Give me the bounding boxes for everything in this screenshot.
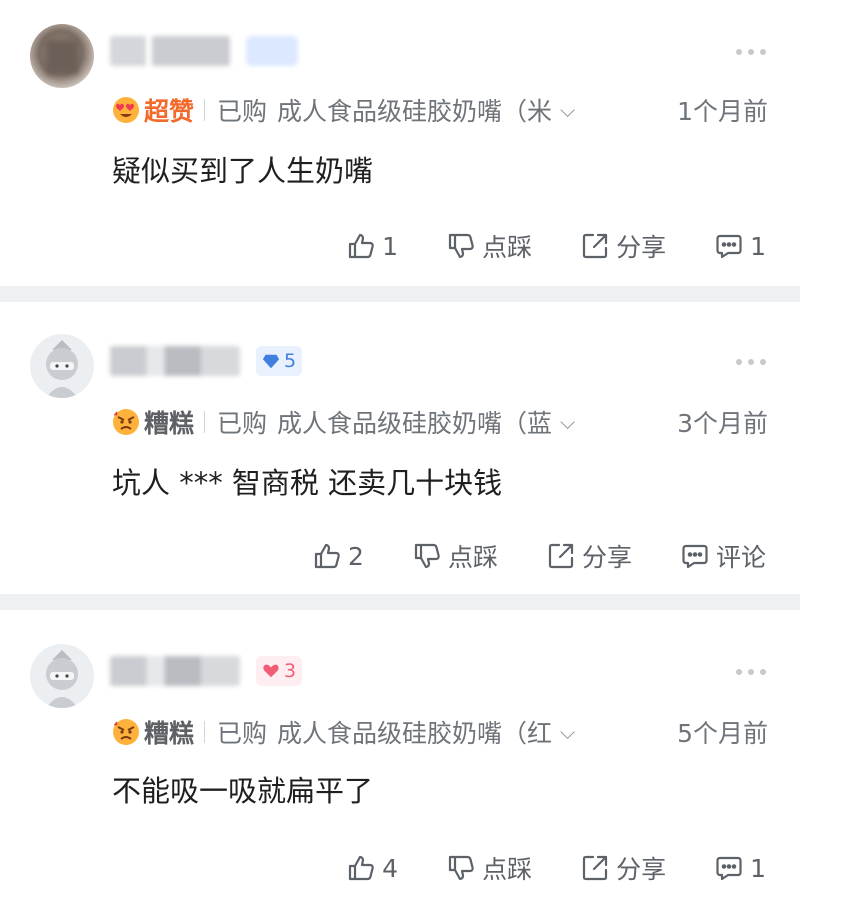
user-badge-blurred	[246, 36, 298, 66]
product-spec[interactable]: 成人食品级硅胶奶嘴（蓝	[277, 404, 552, 440]
dislike-button[interactable]: 点踩	[446, 850, 532, 886]
thumbs-up-icon	[314, 543, 340, 569]
comment-bubble-icon	[716, 856, 742, 881]
rating-badge: 超赞	[112, 92, 194, 128]
rating-badge: 糟糕	[112, 404, 194, 440]
heart-badge: 3	[256, 656, 303, 686]
thumbs-down-icon	[448, 855, 474, 881]
review-actions: 4 点踩 分享 1	[346, 850, 766, 886]
angry-face-icon	[113, 409, 139, 435]
like-button[interactable]: 2	[312, 541, 364, 571]
chevron-down-icon[interactable]: ⌵	[560, 410, 575, 434]
more-dots-icon[interactable]	[736, 669, 766, 675]
more-dots-icon[interactable]	[736, 49, 766, 55]
rating-label: 糟糕	[144, 719, 195, 748]
review-actions: 1 点踩 分享 1	[346, 228, 766, 264]
angry-face-icon	[113, 719, 139, 745]
chevron-down-icon[interactable]: ⌵	[560, 98, 575, 122]
like-count: 4	[382, 853, 399, 883]
dislike-label: 点踩	[482, 233, 533, 262]
share-label: 分享	[616, 233, 667, 262]
thumbs-down-icon	[414, 543, 440, 569]
review-card: 3 糟糕 已购 成人食品级硅胶奶嘴（红 ⌵ 5个月前 不能吸一吸就扁平了 4 点…	[0, 610, 852, 900]
thumbs-up-icon	[349, 855, 374, 881]
review-time: 3个月前	[677, 409, 768, 438]
share-icon	[548, 543, 574, 569]
user-avatar[interactable]	[30, 644, 94, 708]
username-blurred	[110, 36, 230, 66]
review-text: 坑人 *** 智商税 还卖几十块钱	[112, 466, 503, 500]
level-value: 5	[284, 350, 297, 372]
review-meta: 糟糕 已购 成人食品级硅胶奶嘴（蓝 ⌵ 3个月前	[112, 402, 768, 442]
user-avatar[interactable]	[30, 24, 94, 88]
like-count: 1	[382, 231, 399, 261]
dislike-label: 点踩	[447, 543, 498, 572]
comment-count: 1	[750, 853, 766, 883]
share-button[interactable]: 分享	[580, 228, 666, 264]
review-meta: 糟糕 已购 成人食品级硅胶奶嘴（红 ⌵ 5个月前	[112, 712, 768, 752]
review-meta: 超赞 已购 成人食品级硅胶奶嘴（米 ⌵ 1个月前	[112, 90, 768, 130]
dislike-button[interactable]: 点踩	[412, 538, 498, 574]
share-icon	[582, 855, 608, 881]
rating-label: 糟糕	[144, 409, 195, 438]
comment-bubble-icon	[682, 544, 708, 569]
level-badge: 5	[256, 346, 303, 376]
like-count: 2	[348, 541, 364, 571]
review-time: 5个月前	[677, 719, 768, 748]
share-button[interactable]: 分享	[546, 538, 632, 574]
dislike-button[interactable]: 点踩	[446, 228, 532, 264]
heart-eyes-face-icon	[113, 97, 139, 123]
review-divider	[0, 286, 800, 302]
product-spec[interactable]: 成人食品级硅胶奶嘴（红	[277, 714, 552, 750]
comment-label: 评论	[715, 543, 766, 572]
thumbs-up-icon	[349, 233, 374, 259]
purchased-label: 已购	[217, 719, 268, 748]
comment-button[interactable]: 1	[714, 853, 766, 883]
user-avatar[interactable]	[30, 334, 94, 398]
username-blurred	[110, 656, 240, 686]
share-label: 分享	[616, 855, 667, 884]
dislike-label: 点踩	[482, 855, 533, 884]
like-button[interactable]: 4	[346, 853, 398, 883]
thumbs-down-icon	[448, 233, 474, 259]
review-card: 5 糟糕 已购 成人食品级硅胶奶嘴（蓝 ⌵ 3个月前 坑人 *** 智商税 还卖…	[0, 302, 852, 594]
review-text: 疑似买到了人生奶嘴	[112, 154, 374, 188]
chevron-down-icon[interactable]: ⌵	[560, 720, 575, 744]
review-divider	[0, 594, 800, 610]
username-blurred	[110, 346, 240, 376]
default-avatar-icon	[46, 650, 78, 708]
share-button[interactable]: 分享	[580, 850, 666, 886]
heart-value: 3	[284, 660, 297, 682]
rating-badge: 糟糕	[112, 714, 194, 750]
heart-icon	[263, 664, 279, 678]
review-text: 不能吸一吸就扁平了	[112, 774, 374, 808]
default-avatar-icon	[46, 340, 78, 398]
purchased-label: 已购	[217, 409, 268, 438]
comment-button[interactable]: 1	[714, 231, 766, 261]
comment-button[interactable]: 评论	[680, 538, 766, 574]
like-button[interactable]: 1	[346, 231, 398, 261]
review-time: 1个月前	[677, 97, 768, 126]
more-dots-icon[interactable]	[736, 359, 766, 365]
share-icon	[582, 233, 608, 259]
purchased-label: 已购	[217, 97, 268, 126]
review-card: 超赞 已购 成人食品级硅胶奶嘴（米 ⌵ 1个月前 疑似买到了人生奶嘴 1 点踩 …	[0, 0, 852, 286]
comment-bubble-icon	[716, 234, 742, 259]
rating-label: 超赞	[144, 97, 195, 126]
comment-count: 1	[750, 231, 766, 261]
product-spec[interactable]: 成人食品级硅胶奶嘴（米	[277, 92, 552, 128]
share-label: 分享	[581, 543, 632, 572]
review-actions: 2 点踩 分享 评论	[312, 538, 766, 574]
diamond-icon	[262, 354, 280, 369]
